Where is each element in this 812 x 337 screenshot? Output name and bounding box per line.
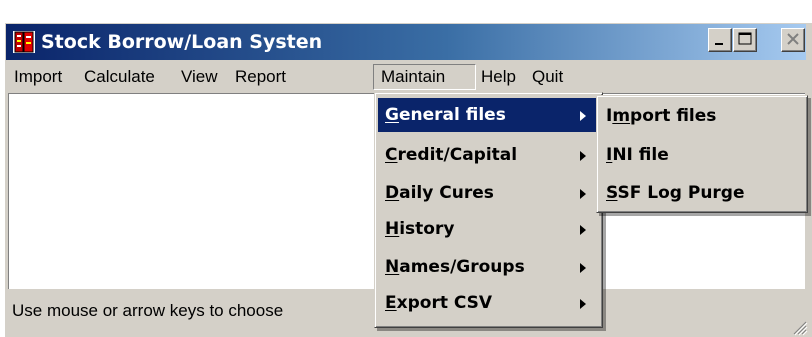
menu-item-daily-cures[interactable]: Daily Cures — [378, 176, 597, 210]
app-window: Stock Borrow/Loan Systen Import Calculat… — [0, 0, 812, 337]
minimize-button[interactable] — [708, 28, 732, 52]
mnemonic: m — [612, 106, 631, 126]
menu-item-credit-capital[interactable]: Credit/Capital — [378, 138, 597, 172]
maximize-icon — [738, 32, 752, 45]
submenu-item-ini-file[interactable]: INI file — [599, 138, 803, 172]
mnemonic: E — [385, 293, 397, 313]
menu-item-general-files[interactable]: General files — [378, 98, 597, 132]
menu-item-label: aily Cures — [399, 183, 494, 203]
resize-grip-icon[interactable] — [788, 318, 808, 336]
stack-books-icon — [13, 31, 35, 53]
menu-item-label: redit/Capital — [397, 145, 518, 165]
menu-calculate[interactable]: Calculate — [84, 64, 155, 90]
chevron-right-icon — [580, 151, 586, 161]
menu-item-label: xport CSV — [396, 293, 493, 313]
chevron-right-icon — [580, 263, 586, 273]
menu-item-label: port files — [630, 106, 717, 126]
maximize-button[interactable] — [733, 28, 757, 52]
menu-view[interactable]: View — [181, 64, 218, 90]
status-text: Use mouse or arrow keys to choose — [12, 301, 284, 320]
menu-maintain[interactable]: Maintain — [373, 64, 476, 90]
menu-import[interactable]: Import — [14, 64, 62, 90]
menu-item-label: SF Log Purge — [617, 183, 745, 203]
mnemonic: D — [385, 183, 400, 203]
menu-item-names-groups[interactable]: Names/Groups — [378, 250, 597, 284]
window-title: Stock Borrow/Loan Systen — [41, 31, 323, 53]
menu-item-label: NI file — [612, 145, 669, 165]
menu-item-export-csv[interactable]: Export CSV — [378, 286, 597, 320]
close-button[interactable] — [781, 28, 805, 52]
chevron-right-icon — [580, 111, 586, 121]
mnemonic: S — [606, 183, 618, 203]
menu-item-label: ames/Groups — [399, 257, 525, 277]
chevron-right-icon — [580, 299, 586, 309]
submenu-item-import-files[interactable]: Import files — [599, 99, 803, 133]
menu-item-label: eneral files — [398, 105, 506, 125]
menu-item-history[interactable]: History — [378, 212, 597, 246]
menu-report[interactable]: Report — [235, 64, 286, 90]
menu-item-label: istory — [399, 219, 455, 239]
mnemonic: C — [385, 145, 398, 165]
minimize-icon — [715, 43, 723, 45]
mnemonic: G — [385, 105, 399, 125]
mnemonic: H — [385, 219, 400, 239]
chevron-right-icon — [580, 225, 586, 235]
menu-help[interactable]: Help — [481, 64, 516, 90]
close-icon — [787, 33, 799, 45]
chevron-right-icon — [580, 189, 586, 199]
submenu-item-ssf-log-purge[interactable]: SSF Log Purge — [599, 176, 803, 210]
menu-quit[interactable]: Quit — [532, 64, 563, 90]
mnemonic: N — [385, 257, 400, 277]
